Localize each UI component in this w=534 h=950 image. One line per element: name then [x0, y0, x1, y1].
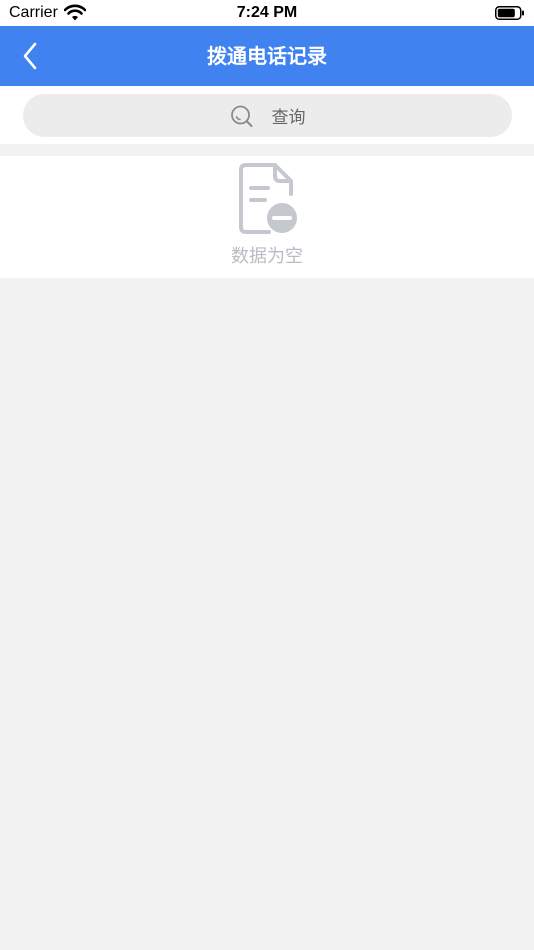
search-area: 查询	[0, 86, 534, 144]
page-title: 拨通电话记录	[207, 44, 327, 68]
search-input[interactable]: 查询	[23, 94, 512, 137]
navigation-bar: 拨通电话记录	[0, 26, 534, 86]
empty-document-icon	[239, 163, 297, 234]
search-placeholder: 查询	[271, 108, 306, 128]
battery-icon	[495, 6, 525, 25]
empty-state: 数据为空	[0, 156, 534, 278]
search-icon	[230, 105, 252, 127]
status-bar: Carrier 7:24 PM	[0, 0, 534, 26]
empty-state-text: 数据为空	[231, 246, 303, 267]
status-time: 7:24 PM	[236, 4, 298, 21]
